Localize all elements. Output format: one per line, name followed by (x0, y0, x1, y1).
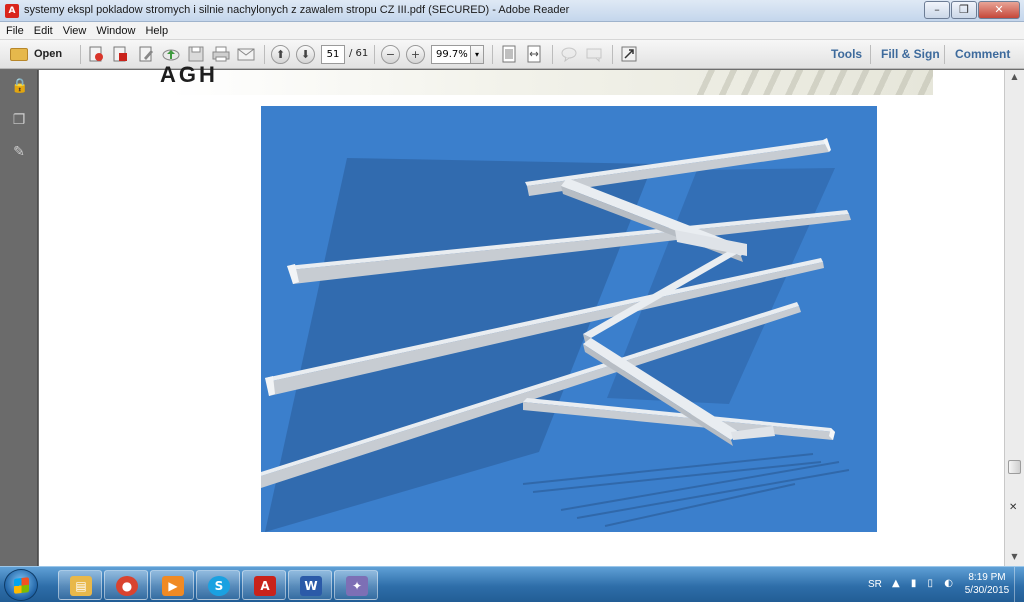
maximize-button[interactable]: ❐ (951, 1, 977, 19)
page-header-banner (169, 70, 933, 95)
comment-bubble-icon[interactable] (559, 44, 579, 64)
banner-stripes (693, 70, 933, 95)
menu-bar: File Edit View Window Help (0, 22, 1024, 40)
start-button[interactable] (4, 569, 38, 601)
fit-page-icon[interactable] (499, 44, 519, 64)
toolbar-separator (552, 45, 553, 64)
taskbar-adobe-reader[interactable]: A (242, 570, 286, 600)
zoom-out-button[interactable]: − (381, 45, 400, 64)
explorer-icon: ▤ (70, 576, 92, 596)
upload-icon[interactable] (161, 44, 181, 64)
previous-page-button[interactable]: ⬆ (271, 45, 290, 64)
window-title: systemy ekspl pokladow stromych i silnie… (24, 4, 570, 16)
save-icon[interactable] (186, 44, 206, 64)
taskbar-chrome[interactable]: ● (104, 570, 148, 600)
title-bar: A systemy ekspl pokladow stromych i siln… (0, 0, 1024, 22)
attachment-icon[interactable]: ✎ (11, 144, 27, 160)
edit-icon[interactable] (136, 44, 156, 64)
zoom-level-input[interactable]: 99.7% (431, 45, 471, 64)
document-viewport[interactable]: AGH (39, 62, 1004, 566)
taskbar-media-player[interactable]: ▶ (150, 570, 194, 600)
toolbar-separator (264, 45, 265, 64)
pages-icon[interactable]: ❐ (11, 112, 27, 128)
taskbar-skype[interactable]: S (196, 570, 240, 600)
page-total-label: / 61 (349, 48, 369, 59)
taskbar-explorer[interactable]: ▤ (58, 570, 102, 600)
system-clock[interactable]: 8:19 PM 5/30/2015 (962, 571, 1012, 602)
toolbar-separator (944, 45, 945, 64)
close-document-icon[interactable]: ✕ (1009, 502, 1017, 513)
tools-pane-link[interactable]: Tools (831, 47, 862, 61)
skype-icon: S (208, 576, 230, 596)
toolbar-separator (870, 45, 871, 64)
clock-time: 8:19 PM (968, 572, 1006, 583)
menu-window[interactable]: Window (96, 25, 135, 37)
clock-date: 5/30/2015 (964, 585, 1010, 596)
scroll-down-button[interactable]: ▼ (1007, 550, 1022, 564)
zoom-dropdown-button[interactable]: ▾ (470, 45, 484, 64)
vertical-scrollbar[interactable]: ▲ ✕ ▼ (1004, 70, 1024, 566)
toolbar-separator (374, 45, 375, 64)
lock-icon[interactable]: 🔒 (11, 78, 28, 94)
taskbar-word[interactable]: W (288, 570, 332, 600)
email-icon[interactable] (236, 44, 256, 64)
chrome-icon: ● (116, 576, 138, 596)
highlight-icon[interactable] (584, 44, 604, 64)
navigation-pane: 🔒 ❐ ✎ (0, 70, 38, 566)
fill-and-sign-link[interactable]: Fill & Sign (881, 47, 940, 61)
system-tray-icons[interactable]: ▲ ▮ ▯ ◐ (892, 578, 957, 602)
folder-icon (10, 47, 28, 61)
toolbar-separator (612, 45, 613, 64)
main-toolbar: Open ⬆ ⬇ 51 / 61 − + 99.7% ▾ Tools Fill … (0, 40, 1024, 69)
next-page-button[interactable]: ⬇ (296, 45, 315, 64)
toolbar-separator (80, 45, 81, 64)
agh-header-text: AGH (160, 62, 218, 87)
scroll-up-button[interactable]: ▲ (1007, 70, 1022, 84)
show-desktop-button[interactable] (1014, 567, 1024, 602)
word-icon: W (300, 576, 322, 596)
window-controls: – ❐ ✕ (923, 1, 1020, 19)
comment-pane-link[interactable]: Comment (955, 47, 1010, 61)
fullscreen-icon[interactable] (619, 44, 639, 64)
menu-view[interactable]: View (63, 25, 87, 37)
open-button[interactable]: Open (10, 44, 70, 64)
media-player-icon: ▶ (162, 576, 184, 596)
windows-taskbar: ▤ ● ▶ S A W ✦ SR ▲ ▮ ▯ ◐ 8:19 PM 5/30/20… (0, 566, 1024, 602)
minimize-button[interactable]: – (924, 1, 950, 19)
print-icon[interactable] (211, 44, 231, 64)
create-pdf-icon[interactable] (86, 44, 106, 64)
menu-file[interactable]: File (6, 25, 24, 37)
windows-logo-icon (14, 577, 29, 594)
pdf-page: AGH (39, 62, 1004, 566)
language-indicator[interactable]: SR (868, 579, 882, 602)
mine-workings-3d-figure (261, 106, 877, 532)
scroll-thumb[interactable] (1008, 460, 1021, 474)
menu-help[interactable]: Help (145, 25, 168, 37)
toolbar-separator (492, 45, 493, 64)
open-label: Open (34, 48, 63, 60)
adobe-reader-icon: A (5, 4, 19, 18)
app-7-icon: ✦ (346, 576, 368, 596)
zoom-in-button[interactable]: + (406, 45, 425, 64)
page-number-input[interactable]: 51 (321, 45, 345, 64)
share-icon[interactable] (110, 44, 130, 64)
fit-width-icon[interactable] (524, 44, 544, 64)
adobe-reader-taskbar-icon: A (254, 576, 276, 596)
menu-edit[interactable]: Edit (34, 25, 53, 37)
close-button[interactable]: ✕ (978, 1, 1020, 19)
taskbar-app-7[interactable]: ✦ (334, 570, 378, 600)
adobe-reader-window: A systemy ekspl pokladow stromych i siln… (0, 0, 1024, 602)
